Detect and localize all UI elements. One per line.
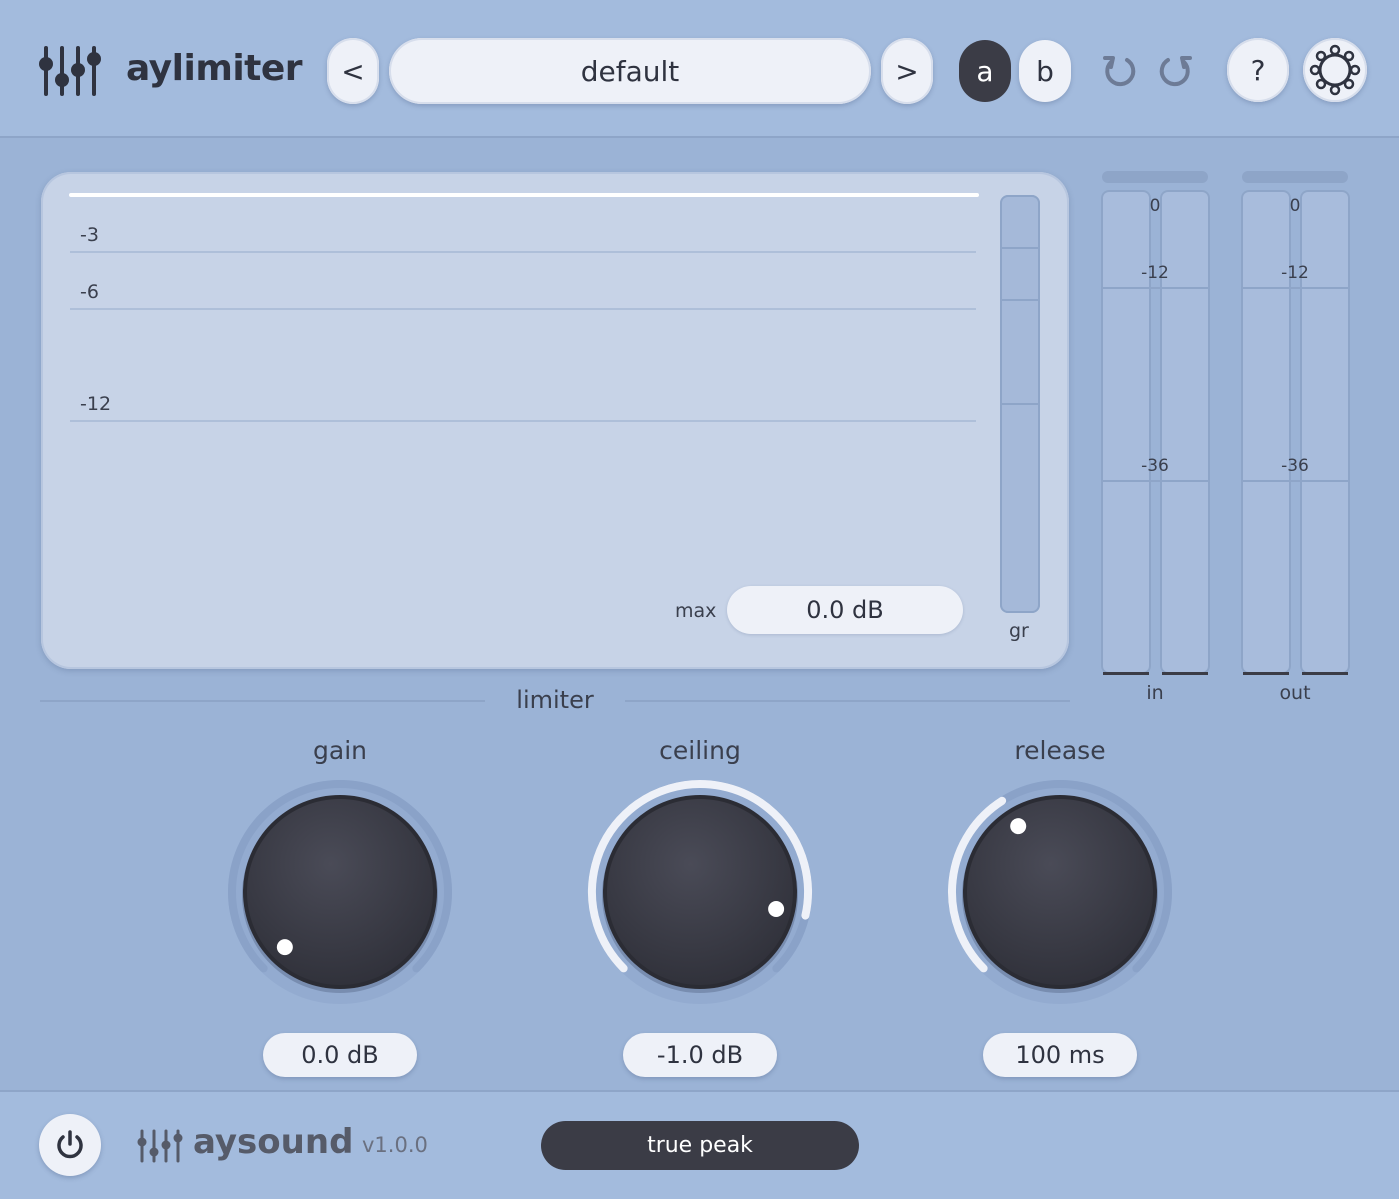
release-value-field[interactable]: 100 ms bbox=[983, 1033, 1137, 1077]
gain-value-field[interactable]: 0.0 dB bbox=[263, 1033, 417, 1077]
max-value-field[interactable]: 0.0 dB bbox=[727, 586, 963, 634]
meter-tick bbox=[1101, 287, 1210, 289]
gr-tick bbox=[1000, 247, 1040, 249]
out-scale-36: -36 bbox=[1281, 456, 1309, 476]
power-button[interactable] bbox=[39, 1114, 101, 1176]
aysound-logo-icon bbox=[137, 1129, 183, 1163]
power-icon bbox=[57, 1130, 83, 1159]
ceiling-value-field[interactable]: -1.0 dB bbox=[623, 1033, 777, 1077]
meter-tick bbox=[1101, 480, 1210, 482]
in-scale-36: -36 bbox=[1141, 456, 1169, 476]
knob-body bbox=[967, 799, 1153, 985]
out-meter-label: out bbox=[1279, 682, 1311, 704]
gr-tick bbox=[1000, 299, 1040, 301]
meter-base bbox=[1103, 672, 1149, 675]
redo-icon[interactable] bbox=[1155, 50, 1195, 90]
knob-indicator bbox=[768, 901, 785, 918]
undo-icon[interactable] bbox=[1100, 50, 1140, 90]
out-meter-peak bbox=[1242, 171, 1348, 183]
meter-base bbox=[1243, 672, 1289, 675]
section-title: limiter bbox=[516, 686, 594, 714]
release-label: release bbox=[1014, 736, 1106, 765]
out-scale-12: -12 bbox=[1281, 263, 1309, 283]
meter-tick bbox=[1241, 287, 1350, 289]
meter-base bbox=[1162, 672, 1208, 675]
app-title: aylimiter bbox=[126, 48, 303, 89]
ceiling-knob[interactable] bbox=[580, 772, 820, 1012]
in-scale-0: 0 bbox=[1149, 196, 1161, 216]
version-label: v1.0.0 bbox=[362, 1133, 428, 1157]
release-knob[interactable] bbox=[940, 772, 1180, 1012]
knob-indicator bbox=[276, 939, 293, 956]
grid-line bbox=[70, 420, 976, 422]
gain-knob[interactable] bbox=[220, 772, 460, 1012]
knob-body bbox=[607, 799, 793, 985]
meter-tick bbox=[1241, 480, 1350, 482]
in-meter-peak bbox=[1102, 171, 1208, 183]
help-button[interactable]: ? bbox=[1227, 38, 1289, 102]
prev-preset-button[interactable]: < bbox=[327, 38, 379, 104]
ab-b-button[interactable]: b bbox=[1019, 40, 1071, 102]
graph-level-line bbox=[69, 193, 979, 197]
knob-indicator bbox=[1010, 818, 1027, 835]
gr-label: gr bbox=[1009, 620, 1029, 642]
in-scale-12: -12 bbox=[1141, 263, 1169, 283]
ab-a-button[interactable]: a bbox=[959, 40, 1011, 102]
knob-body bbox=[247, 799, 433, 985]
grid-line bbox=[70, 251, 976, 253]
section-divider bbox=[625, 700, 1070, 702]
section-divider bbox=[40, 700, 485, 702]
preset-name-field[interactable]: default bbox=[389, 38, 871, 104]
grid-label: -6 bbox=[80, 281, 99, 303]
true-peak-button[interactable]: true peak bbox=[541, 1121, 859, 1170]
settings-icon bbox=[1309, 44, 1361, 96]
max-label: max bbox=[675, 600, 717, 622]
gain-reduction-graph: -3 -6 -12 max 0.0 dB gr bbox=[41, 172, 1069, 669]
meter-base bbox=[1302, 672, 1348, 675]
grid-label: -3 bbox=[80, 224, 99, 246]
gr-meter bbox=[1000, 195, 1040, 613]
grid-line bbox=[70, 308, 976, 310]
sliders-logo-icon bbox=[39, 46, 101, 96]
in-meter-label: in bbox=[1146, 682, 1164, 704]
settings-button[interactable] bbox=[1303, 38, 1367, 102]
ceiling-label: ceiling bbox=[659, 736, 741, 765]
next-preset-button[interactable]: > bbox=[881, 38, 933, 104]
grid-label: -12 bbox=[80, 393, 112, 415]
gain-label: gain bbox=[313, 736, 367, 765]
gr-tick bbox=[1000, 403, 1040, 405]
out-scale-0: 0 bbox=[1289, 196, 1301, 216]
brand-name: aysound bbox=[193, 1122, 354, 1162]
